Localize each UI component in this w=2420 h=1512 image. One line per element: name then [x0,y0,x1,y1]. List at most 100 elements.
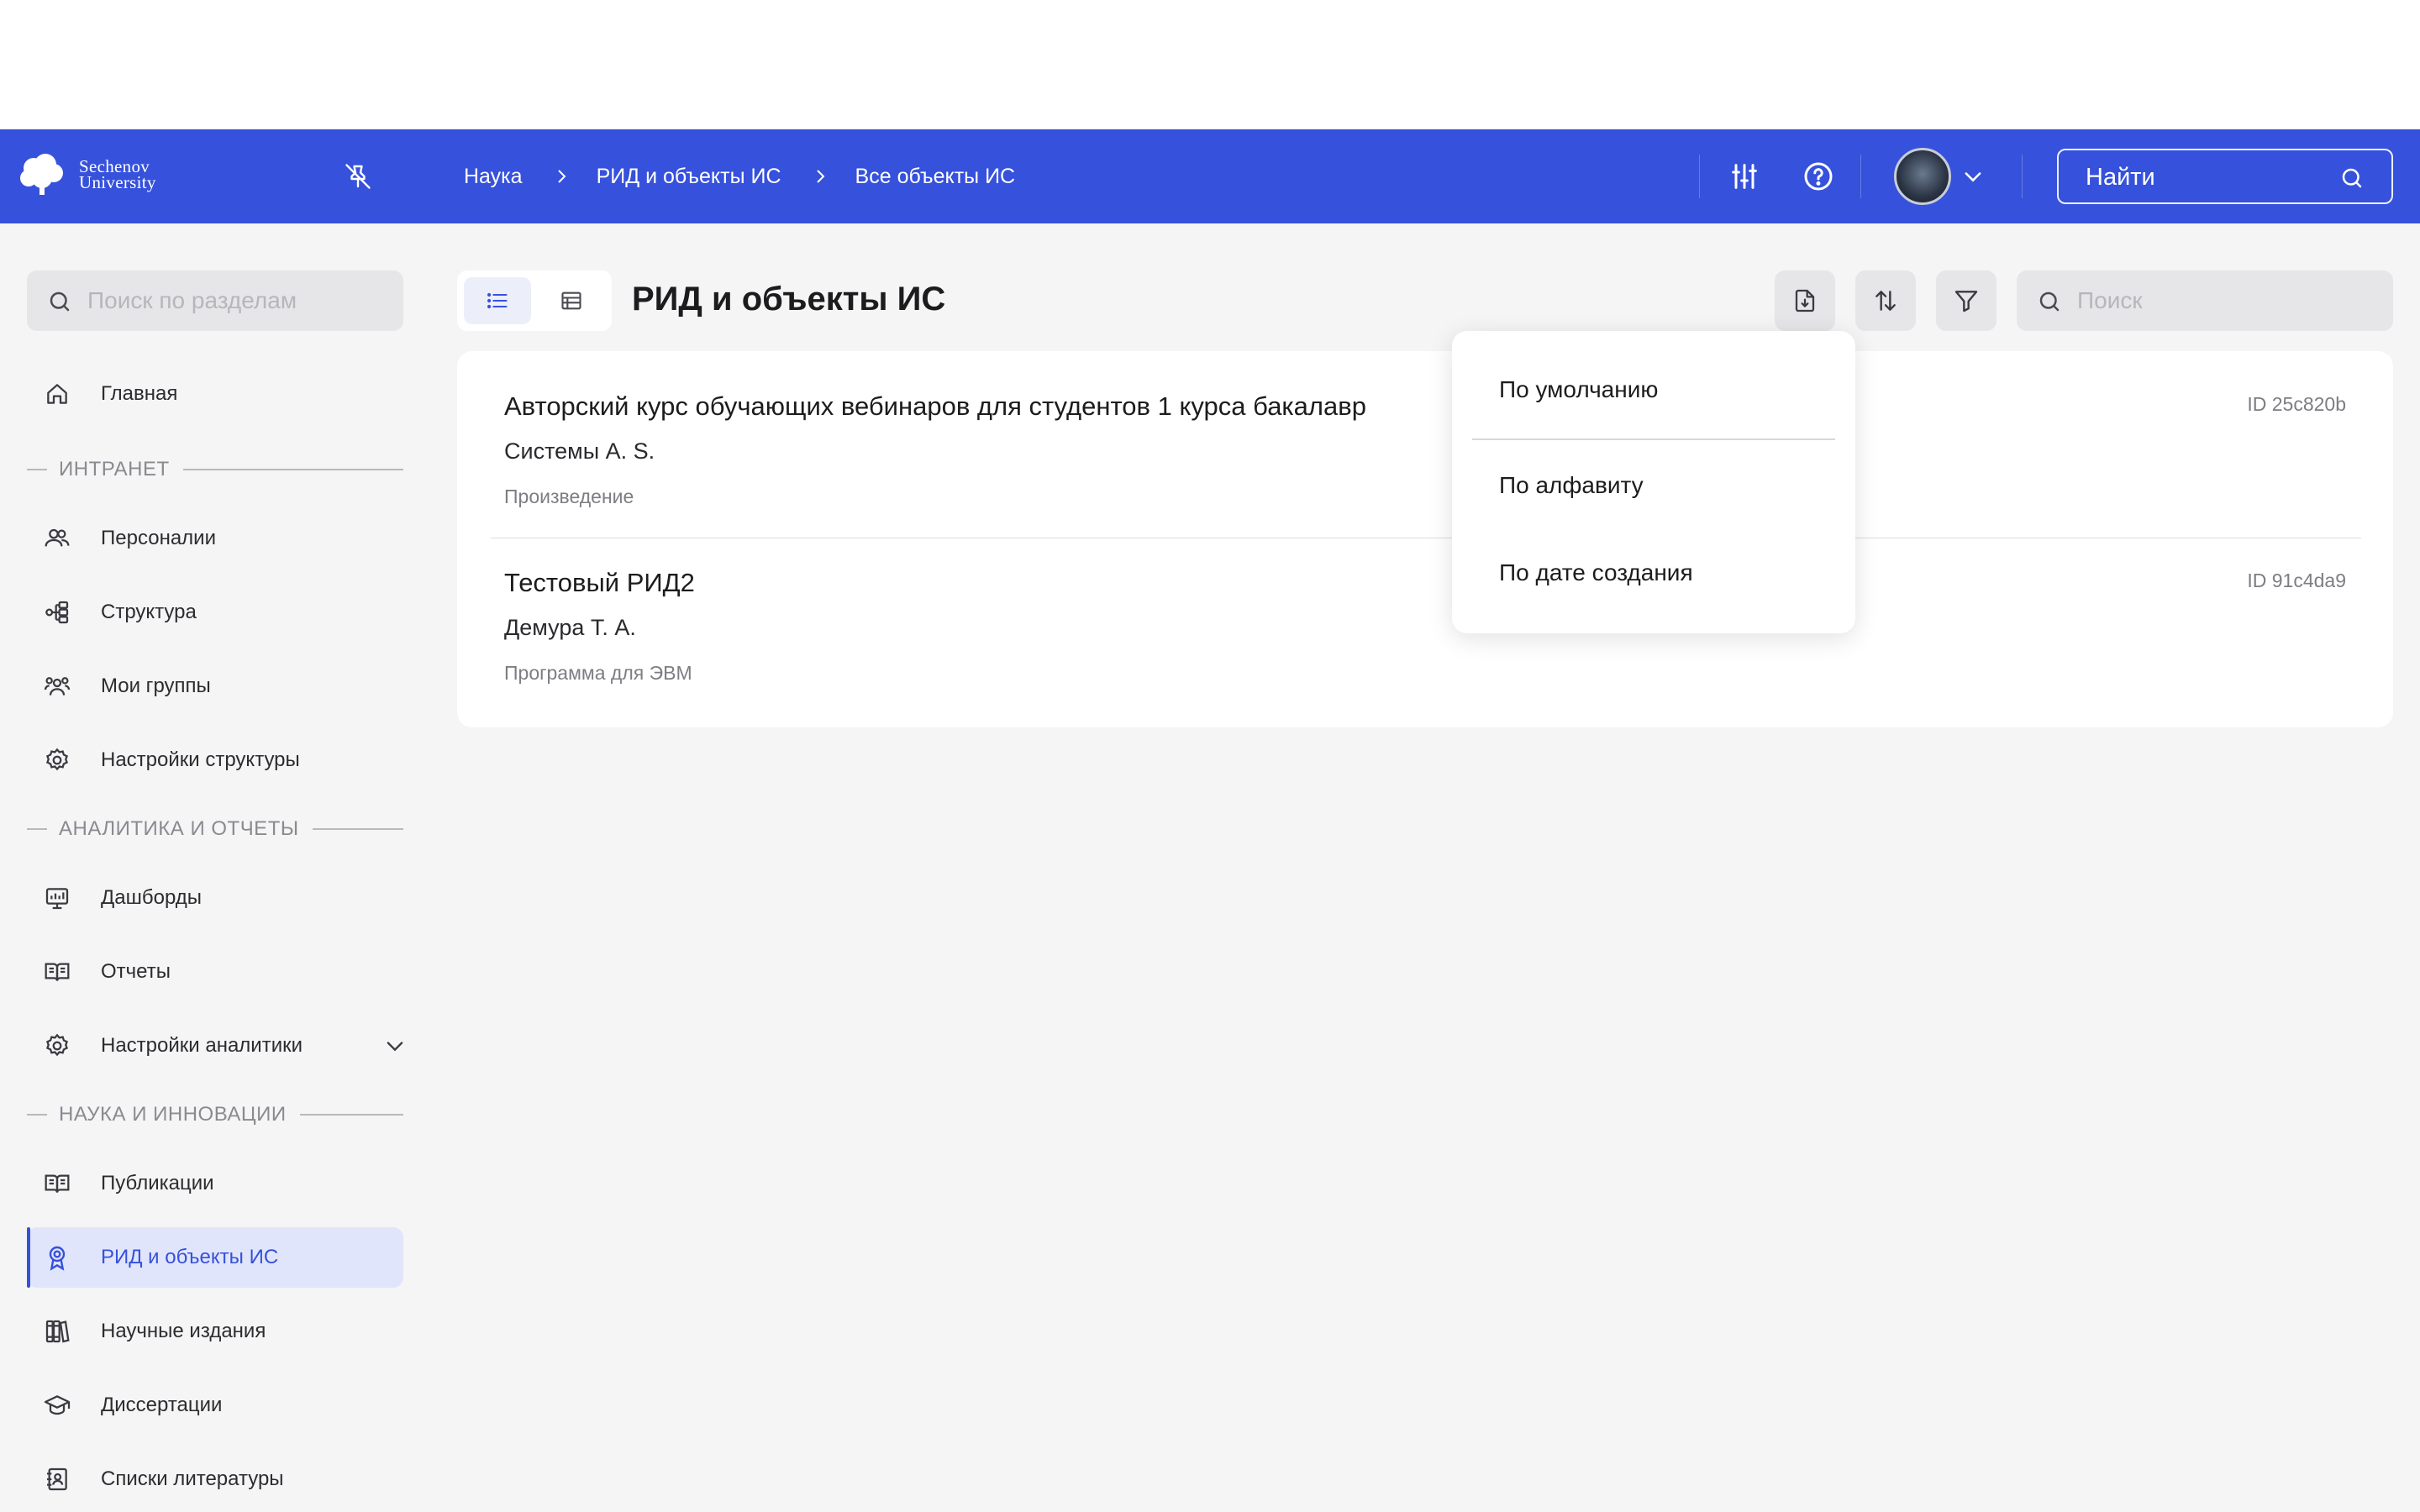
list-view-button[interactable] [464,277,531,324]
chevron-down-icon[interactable] [1961,165,1985,188]
record-type: Программа для ЭВМ [504,662,692,684]
records-search[interactable] [2017,270,2393,331]
top-blank-area [0,0,2420,129]
logo-line-2: University [79,172,156,192]
section-analytics: АНАЛИТИКА И ОТЧЕТЫ [27,816,403,842]
groups-icon [44,677,71,696]
section-dash [27,469,47,470]
gear-icon [45,1033,69,1057]
dropdown-divider [1472,438,1835,440]
table-icon [561,291,581,310]
gear-icon [45,748,69,771]
chevron-right-icon [816,170,824,183]
avatar[interactable] [1894,148,1951,205]
sidebar-item-label: Научные издания [101,1320,266,1342]
section-dash [27,828,47,830]
sidebar-item-persons[interactable]: Персоналии [27,508,403,569]
section-science: НАУКА И ИННОВАЦИИ [27,1102,403,1127]
sidebar-item-label: Дашборды [101,886,202,909]
pin-off-icon[interactable] [343,161,373,192]
sidebar-item-dashboards[interactable]: Дашборды [27,868,403,928]
breadcrumb-rid[interactable]: РИД и объекты ИС [597,165,781,189]
sidebar-item-label: Списки литературы [101,1467,284,1490]
structure-icon [45,601,69,624]
sort-option-alphabet[interactable]: По алфавиту [1499,472,1644,499]
section-dash [27,1114,47,1116]
header-divider [2022,155,2023,198]
list-item[interactable]: Авторский курс обучающих вебинаров для с… [457,351,2393,528]
records-list: Авторский курс обучающих вебинаров для с… [457,351,2393,727]
record-id: ID 91c4da9 [2247,570,2346,591]
award-icon [49,1246,66,1271]
record-author: Системы А. S. [504,438,655,464]
sidebar-item-label: Настройки аналитики [101,1034,303,1057]
filter-button[interactable] [1936,270,1996,331]
page-title: РИД и объекты ИС [632,281,946,318]
section-line [312,828,403,830]
sidebar-item-analytics-settings[interactable]: Настройки аналитики [27,1016,403,1076]
sidebar-item-structure[interactable]: Структура [27,582,403,643]
sort-option-date[interactable]: По дате создания [1499,559,1693,586]
record-title[interactable]: Авторский курс обучающих вебинаров для с… [504,391,1366,422]
breadcrumb: Наука РИД и объекты ИС Все объекты ИС [464,129,1015,223]
home-icon [47,384,67,404]
sidebar-item-label: Мои группы [101,675,211,697]
header-divider [1699,155,1700,198]
book-icon [45,963,70,981]
section-title: НАУКА И ИННОВАЦИИ [59,1103,287,1126]
sidebar-item-label: Публикации [101,1172,214,1194]
top-header: Sechenov University Наука РИД и объекты … [0,129,2420,223]
book-icon [45,1174,70,1193]
list-icon [487,292,508,309]
record-title[interactable]: Тестовый РИД2 [504,568,695,598]
global-search-input[interactable] [2086,160,2338,194]
sidebar-item-label: Настройки структуры [101,748,300,771]
breadcrumb-all-objects[interactable]: Все объекты ИС [855,165,1016,189]
dashboard-icon [45,888,69,910]
university-logo[interactable]: Sechenov University [17,153,156,197]
sort-option-default[interactable]: По умолчанию [1499,376,1658,403]
record-id: ID 25c820b [2247,393,2346,415]
records-search-input[interactable] [2077,284,2380,318]
global-search[interactable] [2057,149,2393,204]
contacts-book-icon [47,1467,67,1491]
search-icon [2039,291,2060,312]
sidebar-item-my-groups[interactable]: Мои группы [27,656,403,717]
sidebar-search[interactable] [27,270,403,331]
record-author: Демура Т. А. [504,615,636,640]
table-view-button[interactable] [538,277,605,324]
sidebar-item-label: Главная [101,382,178,405]
sidebar-search-input[interactable] [87,284,390,318]
section-title: АНАЛИТИКА И ОТЧЕТЫ [59,817,299,840]
chevron-down-icon[interactable] [383,1034,407,1058]
sliders-icon[interactable] [1728,160,1761,193]
sidebar-item-bibliography[interactable]: Списки литературы [27,1449,403,1509]
section-title: ИНТРАНЕТ [59,458,170,480]
sidebar-item-reports[interactable]: Отчеты [27,942,403,1002]
sidebar-item-label: Отчеты [101,960,171,983]
view-toggle [457,270,612,331]
sort-button[interactable] [1855,270,1916,331]
sidebar-item-label: Персоналии [101,527,216,549]
sidebar-item-home[interactable]: Главная [27,364,403,424]
sidebar-item-journals[interactable]: Научные издания [27,1301,403,1362]
sidebar-item-label: Диссертации [101,1394,223,1416]
list-item[interactable]: Тестовый РИД2 Демура Т. А. Программа для… [457,539,2393,716]
section-line [182,469,403,470]
sidebar-item-label: Структура [101,601,197,623]
sidebar-item-structure-settings[interactable]: Настройки структуры [27,730,403,790]
sort-icon [1876,291,1896,311]
export-icon [1795,289,1815,312]
sidebar-item-rid[interactable]: РИД и объекты ИС [27,1227,403,1288]
record-type: Произведение [504,486,634,507]
sort-dropdown: По умолчанию По алфавиту По дате создани… [1452,331,1855,633]
help-icon[interactable] [1802,160,1835,193]
filter-icon [1954,291,1978,312]
search-icon[interactable] [2339,165,2365,191]
export-button[interactable] [1775,270,1835,331]
search-icon [50,291,70,312]
books-icon [45,1320,70,1343]
breadcrumb-science[interactable]: Наука [464,165,523,189]
sidebar-item-dissertations[interactable]: Диссертации [27,1375,403,1436]
sidebar-item-publications[interactable]: Публикации [27,1153,403,1214]
